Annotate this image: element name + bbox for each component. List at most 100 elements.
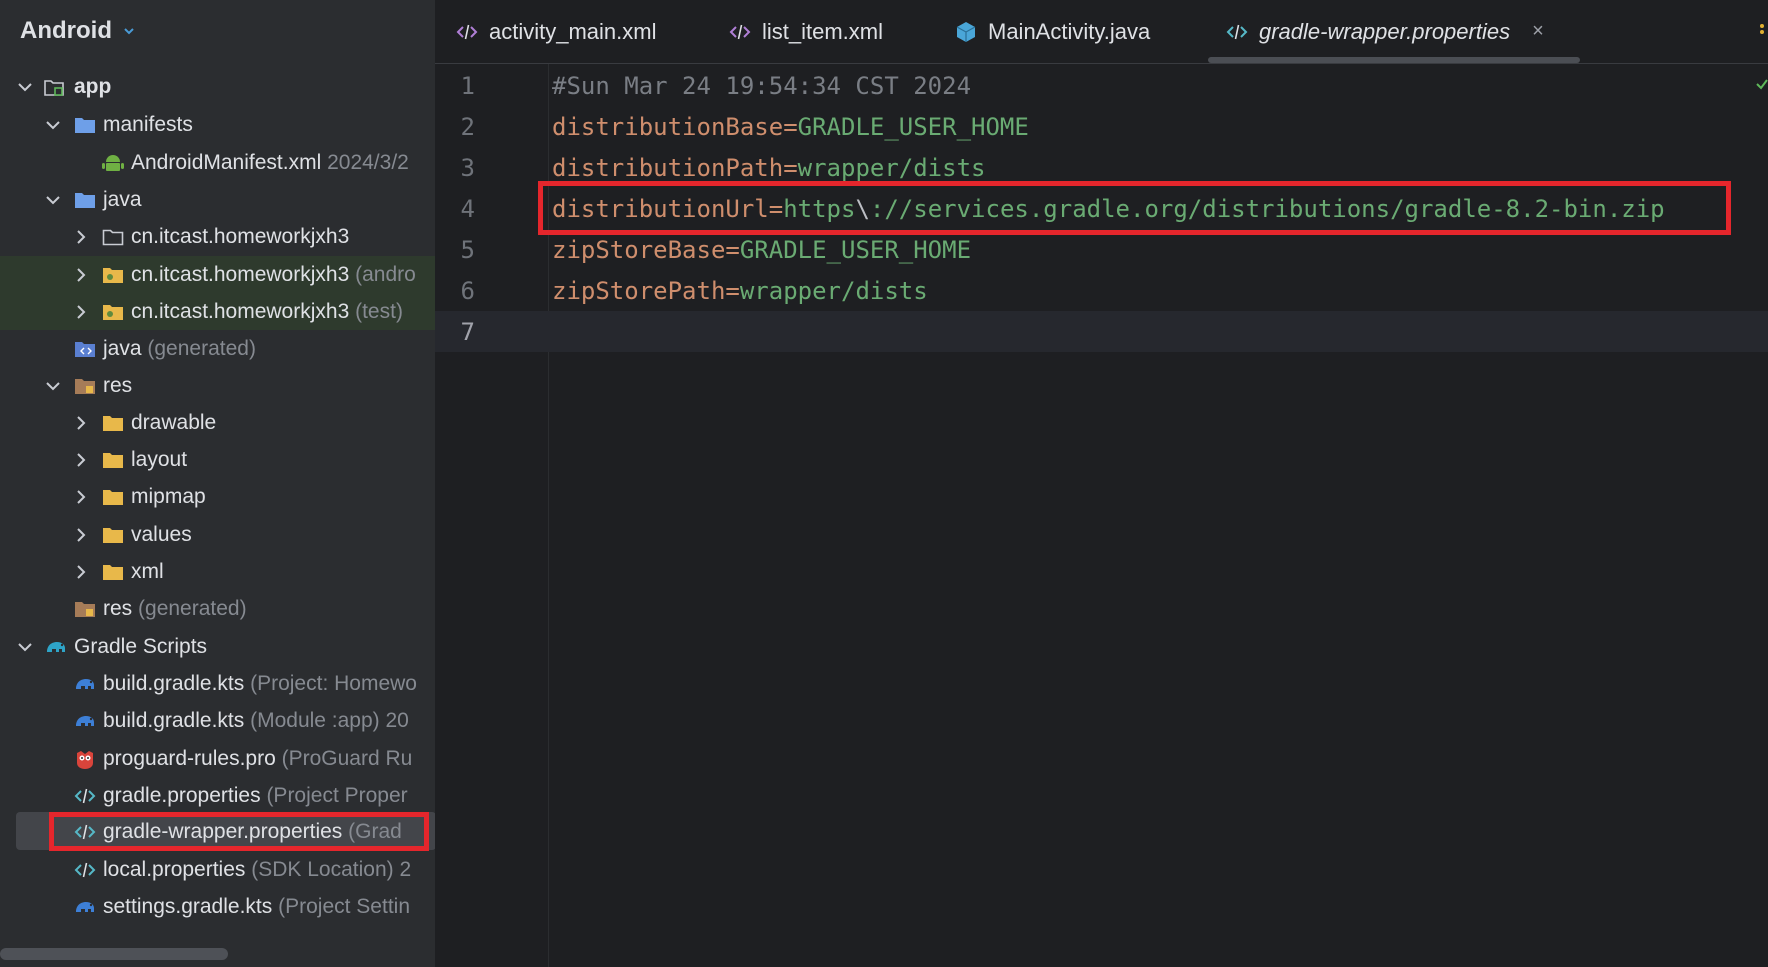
tree-node-package[interactable]: cn.itcast.homeworkjxh3	[0, 218, 435, 255]
highlight-box-code	[538, 181, 1731, 235]
chevron-right-icon[interactable]	[72, 228, 90, 246]
tree-node-name: cn.itcast.homeworkjxh3	[131, 299, 350, 323]
tree-node-settings-gradle[interactable]: settings.gradle.kts (Project Settin	[0, 888, 435, 925]
tree-node-res[interactable]: res	[0, 367, 435, 404]
chevron-right-icon[interactable]	[72, 563, 90, 581]
gradle-elephant-icon	[45, 636, 67, 658]
code-line[interactable]: 5 zipStoreBase=GRADLE_USER_HOME	[435, 229, 1768, 270]
equals-sign: =	[783, 112, 798, 141]
tree-node-hint: (Project: Homewo	[250, 671, 417, 695]
tree-node-java-generated[interactable]: java (generated)	[0, 330, 435, 367]
tree-node-hint: (Project Settin	[278, 894, 410, 918]
code-line[interactable]: 6 zipStorePath=wrapper/dists	[435, 270, 1768, 311]
tree-node-hint: (andro	[355, 262, 416, 286]
project-view-selector[interactable]: Android	[20, 14, 136, 48]
java-class-icon	[954, 20, 978, 44]
tree-node-package-test[interactable]: cn.itcast.homeworkjxh3 (test)	[0, 293, 435, 330]
tree-node-xml[interactable]: xml	[0, 553, 435, 590]
tree-node-build-gradle-module[interactable]: build.gradle.kts (Module :app) 20	[0, 702, 435, 739]
tree-node-name: values	[131, 522, 192, 546]
code-line[interactable]: 2 distributionBase=GRADLE_USER_HOME	[435, 106, 1768, 147]
tree-node-name: build.gradle.kts	[103, 708, 245, 732]
tree-node-build-gradle-project[interactable]: build.gradle.kts (Project: Homewo	[0, 665, 435, 702]
xml-code-icon	[455, 20, 479, 44]
folder-icon	[74, 114, 96, 136]
tree-node-name: drawable	[131, 410, 217, 434]
chevron-down-icon[interactable]	[44, 377, 62, 395]
tab-mainactivity-java[interactable]: MainActivity.java	[954, 0, 1150, 63]
code-line[interactable]: 1 #Sun Mar 24 19:54:34 CST 2024	[435, 65, 1768, 106]
tree-node-manifests[interactable]: manifests	[0, 106, 435, 143]
tab-gradle-wrapper-properties[interactable]: gradle-wrapper.properties ×	[1225, 0, 1544, 63]
chevron-right-icon[interactable]	[72, 488, 90, 506]
tree-node-local-properties[interactable]: local.properties (SDK Location) 2	[0, 851, 435, 888]
tree-node-layout[interactable]: layout	[0, 441, 435, 478]
active-tab-indicator	[1208, 57, 1580, 63]
chevron-right-icon[interactable]	[72, 451, 90, 469]
property-value: GRADLE_USER_HOME	[739, 235, 972, 264]
chevron-down-icon	[124, 28, 134, 35]
tree-node-hint: (SDK Location) 2	[251, 857, 412, 881]
tree-node-name: local.properties	[103, 857, 246, 881]
tree-node-package-androidtest[interactable]: cn.itcast.homeworkjxh3 (andro	[0, 256, 435, 293]
equals-sign: =	[783, 153, 798, 182]
tree-node-name: Gradle Scripts	[74, 634, 208, 658]
tree-node-app[interactable]: app	[0, 68, 435, 105]
line-number: 2	[460, 112, 475, 141]
chevron-down-icon[interactable]	[16, 78, 34, 96]
tab-label: MainActivity.java	[988, 18, 1151, 44]
tree-node-name: xml	[131, 559, 164, 583]
chevron-right-icon[interactable]	[72, 303, 90, 321]
tree-node-name: AndroidManifest.xml	[131, 150, 322, 174]
more-tabs-icon[interactable]	[1758, 22, 1766, 40]
folder-icon	[102, 524, 124, 546]
code-line-current[interactable]: 7	[435, 311, 1768, 352]
property-key: zipStorePath	[552, 276, 726, 305]
folder-icon	[102, 561, 124, 583]
test-folder-icon	[102, 264, 124, 286]
tab-list-item-xml[interactable]: list_item.xml	[728, 0, 883, 63]
tree-node-hint: (generated)	[138, 596, 247, 620]
tree-node-name: settings.gradle.kts	[103, 894, 273, 918]
project-tool-window: Android app manifests AndroidManifest.xm…	[0, 0, 435, 967]
gradle-elephant-icon	[74, 673, 96, 695]
tree-node-name: layout	[131, 447, 188, 471]
properties-code-icon	[74, 859, 96, 881]
property-key: distributionPath	[552, 153, 784, 182]
tree-node-res-generated[interactable]: res (generated)	[0, 590, 435, 627]
horizontal-scrollbar[interactable]	[0, 948, 228, 960]
equals-sign: =	[725, 235, 740, 264]
chevron-right-icon[interactable]	[72, 266, 90, 284]
tree-node-name: mipmap	[131, 484, 206, 508]
tree-node-name: manifests	[103, 112, 193, 136]
tree-node-gradle-properties[interactable]: gradle.properties (Project Proper	[0, 777, 435, 814]
tree-node-name: java	[103, 336, 142, 360]
chevron-right-icon[interactable]	[72, 414, 90, 432]
tree-node-mipmap[interactable]: mipmap	[0, 478, 435, 515]
property-value: GRADLE_USER_HOME	[797, 112, 1029, 141]
folder-icon	[102, 449, 124, 471]
generated-folder-icon	[74, 338, 96, 360]
tree-node-drawable[interactable]: drawable	[0, 404, 435, 441]
module-folder-icon	[43, 76, 65, 98]
tree-node-values[interactable]: values	[0, 516, 435, 553]
tree-node-androidmanifest[interactable]: AndroidManifest.xml 2024/3/2	[0, 144, 435, 181]
tree-node-name: gradle.properties	[103, 783, 261, 807]
property-value: wrapper/dists	[739, 276, 928, 305]
folder-icon	[74, 189, 96, 211]
property-key: zipStoreBase	[552, 235, 726, 264]
tree-node-gradle-scripts[interactable]: Gradle Scripts	[0, 628, 435, 665]
chevron-down-icon[interactable]	[16, 638, 34, 656]
tab-activity-main-xml[interactable]: activity_main.xml	[455, 0, 656, 63]
chevron-down-icon[interactable]	[44, 116, 62, 134]
tree-node-proguard-rules[interactable]: proguard-rules.pro (ProGuard Ru	[0, 740, 435, 777]
tree-node-hint: 2024/3/2	[327, 150, 409, 174]
close-icon[interactable]: ×	[1532, 20, 1544, 43]
chevron-down-icon[interactable]	[44, 191, 62, 209]
chevron-right-icon[interactable]	[72, 526, 90, 544]
tree-node-name: cn.itcast.homeworkjxh3	[131, 262, 350, 286]
tree-node-java[interactable]: java	[0, 181, 435, 218]
check-icon	[1756, 79, 1768, 90]
tree-node-name: proguard-rules.pro	[103, 746, 276, 770]
comment-text: #Sun Mar 24 19:54:34 CST 2024	[552, 71, 972, 100]
